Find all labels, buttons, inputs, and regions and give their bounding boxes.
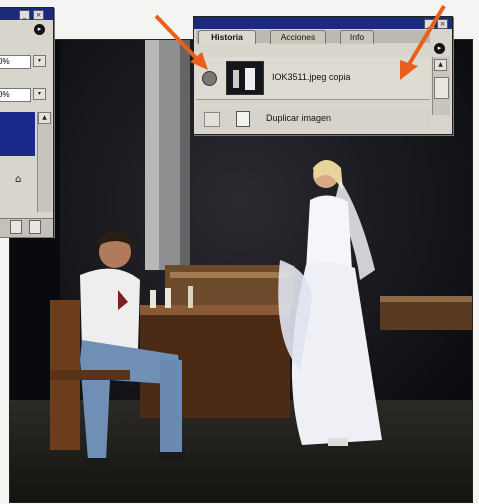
history-step-row[interactable]: Duplicar imagen [196,109,430,129]
opacity-field[interactable]: 0% [0,55,31,69]
left-scrollbar[interactable] [37,112,52,212]
opacity-dropdown[interactable]: ▾ [33,55,46,67]
left-palette-titlebar[interactable]: _ × [0,8,53,20]
scroll-up-icon[interactable]: ▲ [38,112,51,124]
minimize-icon[interactable]: _ [19,10,30,20]
lock-icon[interactable]: ⌂ [15,174,21,185]
tab-info[interactable]: Info [340,30,374,44]
tab-acciones[interactable]: Acciones [270,30,326,44]
close-icon[interactable]: × [33,10,44,20]
palette-menu-icon[interactable]: ▸ [34,24,45,35]
trash-icon[interactable] [10,220,22,234]
left-palette-footer [0,218,53,237]
state-source-box[interactable] [204,112,220,127]
snapshot-thumbnail[interactable] [226,61,264,95]
new-layer-icon[interactable] [29,220,41,234]
opacity-value: 0% [0,57,10,66]
duplicate-image-icon [236,111,250,127]
arrow-pointer-icon [400,4,446,80]
left-palette: _ × ▸ 0% ▾ 0% ▾ ▲ ⌂ [0,7,54,237]
fill-dropdown[interactable]: ▾ [33,88,46,100]
fill-value: 0% [0,90,10,99]
arrow-pointer-icon [154,14,208,70]
selected-layer-row[interactable] [0,112,35,156]
snapshot-label: IOK3511.jpeg copia [272,72,351,82]
history-step-label: Duplicar imagen [266,113,332,123]
fill-field[interactable]: 0% [0,88,31,102]
